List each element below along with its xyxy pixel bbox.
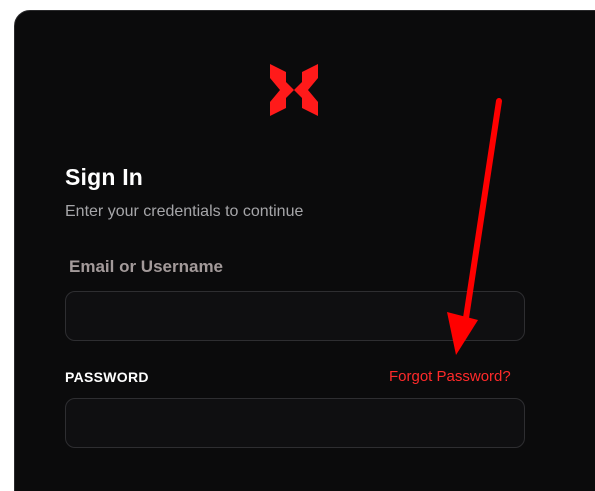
page-subtitle: Enter your credentials to continue [65, 203, 304, 220]
x-logo-icon [270, 64, 318, 116]
password-field[interactable] [65, 398, 525, 448]
page: Sign In Enter your credentials to contin… [0, 0, 595, 491]
password-label: PASSWORD [65, 369, 149, 385]
email-field[interactable] [65, 291, 525, 341]
page-title: Sign In [65, 164, 144, 190]
email-label: Email or Username [69, 257, 224, 276]
forgot-password-link[interactable]: Forgot Password? [389, 368, 511, 385]
